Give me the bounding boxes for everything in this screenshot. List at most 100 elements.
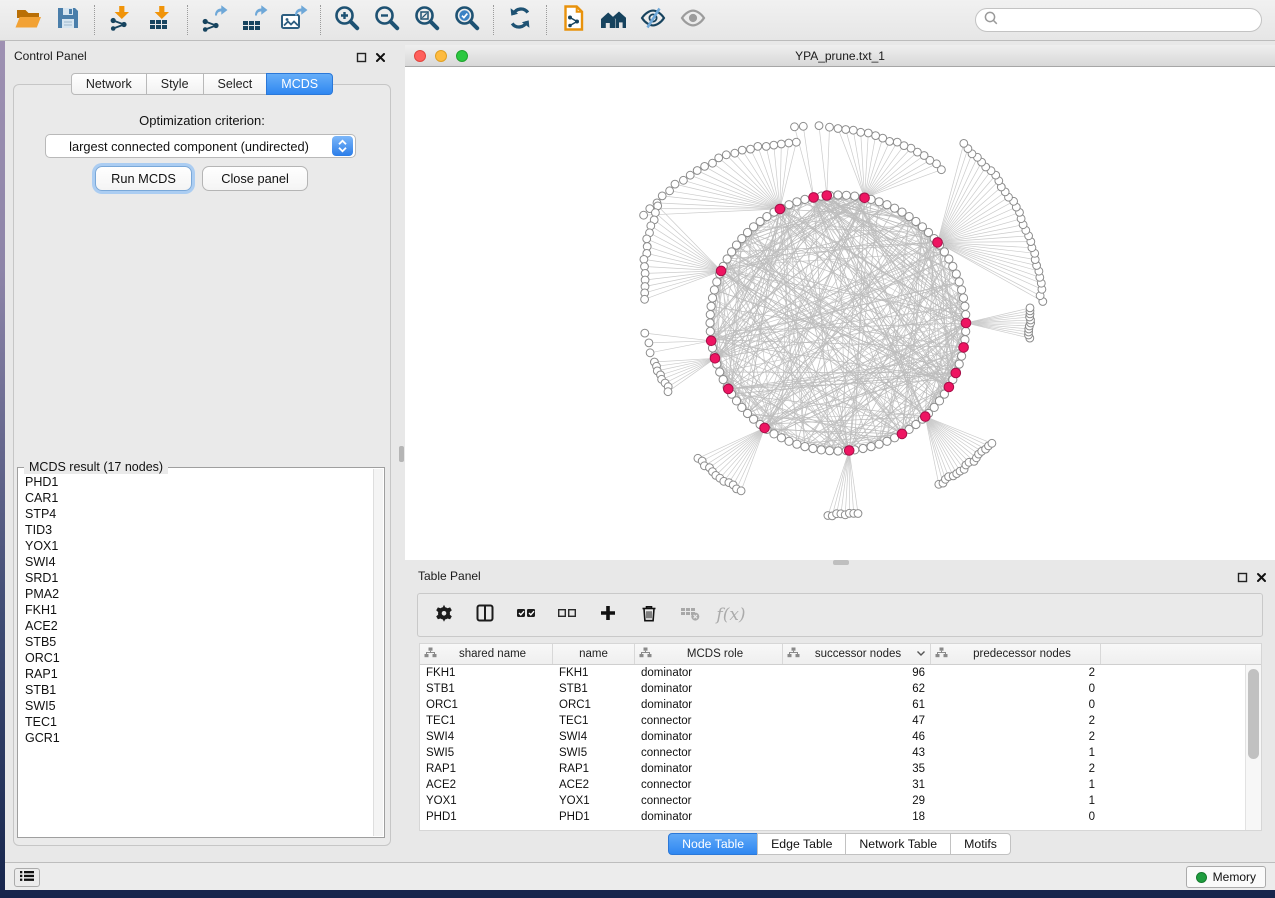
mcds-node-item[interactable]: STP4 — [25, 506, 373, 522]
unselect-all-button[interactable] — [555, 603, 579, 627]
zoom-selected-button[interactable] — [447, 4, 487, 36]
table-cell: connector — [635, 715, 783, 727]
tab-motifs[interactable]: Motifs — [950, 833, 1011, 855]
import-network-button[interactable] — [101, 4, 141, 36]
table-cell: 29 — [783, 795, 931, 807]
add-column-button[interactable] — [596, 603, 620, 627]
mcds-node-item[interactable]: SRD1 — [25, 570, 373, 586]
tab-edge-table[interactable]: Edge Table — [757, 833, 846, 855]
tab-network[interactable]: Network — [71, 73, 147, 95]
tab-network-table[interactable]: Network Table — [845, 833, 951, 855]
search-input[interactable] — [1003, 13, 1261, 27]
table-body: FKH1FKH1dominator962STB1STB1dominator620… — [420, 665, 1261, 825]
table-row[interactable]: PHD1PHD1dominator180 — [420, 809, 1261, 825]
zoom-in-button[interactable] — [327, 4, 367, 36]
mcds-node-item[interactable]: STB1 — [25, 682, 373, 698]
table-scrollbar-thumb[interactable] — [1248, 669, 1259, 759]
table-row[interactable]: ACE2ACE2connector311 — [420, 777, 1261, 793]
mcds-node-item[interactable]: STB5 — [25, 634, 373, 650]
column-header-MCDS-role[interactable]: MCDS role — [635, 644, 783, 664]
delete-columns-button[interactable] — [637, 603, 661, 627]
search-network-button[interactable] — [593, 4, 633, 36]
mcds-node-item[interactable]: YOX1 — [25, 538, 373, 554]
tab-node-table[interactable]: Node Table — [668, 833, 758, 855]
table-row[interactable]: RAP1RAP1dominator352 — [420, 761, 1261, 777]
import-network-icon — [107, 4, 135, 37]
close-panel-button[interactable]: Close panel — [202, 166, 308, 191]
table-cell: RAP1 — [553, 763, 635, 775]
table-row[interactable]: FKH1FKH1dominator962 — [420, 665, 1261, 681]
mcds-node-item[interactable]: ORC1 — [25, 650, 373, 666]
table-row[interactable]: SWI4SWI4dominator462 — [420, 729, 1261, 745]
control-panel-tabs: NetworkStyleSelectMCDS — [5, 73, 400, 95]
close-icon[interactable] — [375, 50, 386, 68]
tab-select[interactable]: Select — [203, 73, 268, 95]
mcds-node-item[interactable]: SWI4 — [25, 554, 373, 570]
table-cell: dominator — [635, 811, 783, 823]
mcds-node-item[interactable]: SWI5 — [25, 698, 373, 714]
criterion-dropdown[interactable]: largest connected component (undirected) — [45, 134, 356, 158]
search-box[interactable] — [975, 8, 1262, 32]
mcds-node-item[interactable]: FKH1 — [25, 602, 373, 618]
table-row[interactable]: ORC1ORC1dominator610 — [420, 697, 1261, 713]
mcds-list-scrollbar[interactable] — [373, 469, 383, 836]
network-canvas[interactable] — [405, 67, 1275, 560]
save-session-button[interactable] — [48, 4, 88, 36]
mcds-node-item[interactable]: ACE2 — [25, 618, 373, 634]
import-table-icon — [147, 4, 175, 37]
column-header-successor-nodes[interactable]: successor nodes — [783, 644, 931, 664]
mcds-node-item[interactable]: TID3 — [25, 522, 373, 538]
table-row[interactable]: STB1STB1dominator620 — [420, 681, 1261, 697]
column-header-name[interactable]: name — [553, 644, 635, 664]
table-cell: connector — [635, 779, 783, 791]
mcds-node-item[interactable]: CAR1 — [25, 490, 373, 506]
table-cell: 46 — [783, 731, 931, 743]
show-hide-graphics-button[interactable] — [673, 4, 713, 36]
import-table-button[interactable] — [141, 4, 181, 36]
mcds-node-item[interactable]: GCR1 — [25, 730, 373, 746]
network-graph[interactable] — [405, 67, 1275, 560]
share-document-icon — [559, 4, 587, 37]
refresh-button[interactable] — [500, 4, 540, 36]
share-document-button[interactable] — [553, 4, 593, 36]
float-window-icon[interactable] — [1237, 570, 1248, 588]
table-tabs: Node TableEdge TableNetwork TableMotifs — [405, 833, 1275, 855]
panel-splitter-handle[interactable] — [399, 446, 404, 462]
table-cell: YOX1 — [420, 795, 553, 807]
select-all-button[interactable] — [514, 603, 538, 627]
tab-style[interactable]: Style — [146, 73, 204, 95]
column-header-shared-name[interactable]: shared name — [420, 644, 553, 664]
zoom-out-button[interactable] — [367, 4, 407, 36]
mcds-node-item[interactable]: PHD1 — [25, 474, 373, 490]
mcds-result-list[interactable]: PHD1CAR1STP4TID3YOX1SWI4SRD1PMA2FKH1ACE2… — [19, 469, 373, 836]
mcds-node-item[interactable]: PMA2 — [25, 586, 373, 602]
mcds-node-item[interactable]: RAP1 — [25, 666, 373, 682]
close-icon[interactable] — [1256, 570, 1267, 588]
cytoscape-app: Control Panel NetworkStyleSelectMCDS Opt… — [0, 0, 1275, 898]
float-window-icon[interactable] — [356, 50, 367, 68]
horizontal-splitter-handle[interactable] — [833, 560, 849, 565]
export-image-button[interactable] — [274, 4, 314, 36]
settings-gear-button[interactable] — [432, 603, 456, 627]
zoom-in-icon — [333, 4, 361, 37]
table-panel-title: Table Panel — [418, 569, 481, 583]
table-row[interactable]: TEC1TEC1connector472 — [420, 713, 1261, 729]
export-table-button[interactable] — [234, 4, 274, 36]
task-history-button[interactable] — [14, 868, 40, 887]
export-network-button[interactable] — [194, 4, 234, 36]
mcds-result-group: PHD1CAR1STP4TID3YOX1SWI4SRD1PMA2FKH1ACE2… — [17, 467, 385, 838]
table-row[interactable]: SWI5SWI5connector431 — [420, 745, 1261, 761]
table-scrollbar[interactable] — [1245, 665, 1261, 830]
memory-button[interactable]: Memory — [1186, 866, 1266, 888]
mcds-node-item[interactable]: TEC1 — [25, 714, 373, 730]
split-panel-icon — [475, 603, 495, 628]
tab-mcds[interactable]: MCDS — [266, 73, 333, 95]
table-row[interactable]: YOX1YOX1connector291 — [420, 793, 1261, 809]
zoom-fit-button[interactable] — [407, 4, 447, 36]
split-panel-button[interactable] — [473, 603, 497, 627]
run-mcds-button[interactable]: Run MCDS — [95, 166, 192, 191]
network-window-titlebar[interactable]: YPA_prune.txt_1 — [405, 45, 1275, 67]
open-file-button[interactable] — [8, 4, 48, 36]
column-header-predecessor-nodes[interactable]: predecessor nodes — [931, 644, 1101, 664]
hide-graphics-details-button[interactable] — [633, 4, 673, 36]
